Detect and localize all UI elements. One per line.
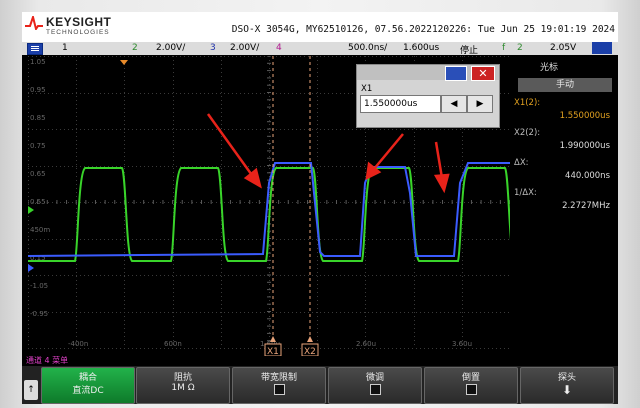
cursor-mode-button[interactable]: 手动 <box>518 78 612 92</box>
delta-x-value: 440.000ns <box>565 171 610 181</box>
cursor-x2-label[interactable]: X2 <box>304 347 316 356</box>
channel-2-scale: 2.00V/ <box>156 43 186 53</box>
probe-title: 探头 <box>557 373 576 383</box>
x1-value: 1.550000us <box>559 111 610 121</box>
increment-arrow-icon[interactable]: ▶ <box>467 95 493 113</box>
inv-delta-x-value: 2.2727MHz <box>562 201 610 211</box>
inv-delta-x-label: 1/ΔX: <box>514 188 537 198</box>
left-scale-label: 0.95 <box>30 86 46 94</box>
fine-softkey[interactable]: 微调 <box>328 367 422 404</box>
x2-value: 1.990000us <box>559 141 610 151</box>
left-scale-label: 0.55 <box>30 198 46 206</box>
time-scale-label: 2.60u <box>356 340 376 348</box>
cursor-panel: 光标 手动 X1(2): 1.550000us X2(2): 1.990000u… <box>512 56 618 356</box>
main-menu-icon[interactable] <box>27 43 43 55</box>
decrement-arrow-icon[interactable]: ◀ <box>441 95 467 113</box>
invert-title: 倒置 <box>461 373 480 383</box>
model-info: DSO-X 3054G, MY62510126, 07.56.202212022… <box>231 24 615 35</box>
channel-status-bar: 1 2 2.00V/ 3 2.00V/ 4 500.0ns/ 1.600us 停… <box>22 42 618 56</box>
left-scale-label: -0.95 <box>30 310 48 318</box>
dialog-close-icon[interactable]: ✕ <box>471 66 495 81</box>
left-scale-label: 1.05 <box>30 58 46 66</box>
channel-3-scale: 2.00V/ <box>230 43 260 53</box>
channel-4-number[interactable]: 4 <box>276 43 282 53</box>
down-arrow-icon: ⬇ <box>561 383 573 397</box>
left-scale-label: 450m <box>30 226 50 234</box>
cursor-x1-dialog: ✕ X1 1.550000us ◀ ▶ <box>356 64 500 128</box>
left-scale-label: 0.75 <box>30 142 46 150</box>
time-delay: 1.600us <box>403 43 440 53</box>
trigger-icon: f <box>502 43 506 53</box>
fine-title: 微调 <box>365 373 384 383</box>
time-scale-label: 3.60u <box>452 340 472 348</box>
time-scale-label: -400n <box>68 340 88 348</box>
run-state: 停止 <box>460 46 479 56</box>
dialog-field-label: X1 <box>361 84 373 94</box>
impedance-softkey[interactable]: 阻抗 1M Ω <box>136 367 230 404</box>
brand-subtitle: TECHNOLOGIES <box>46 29 110 36</box>
fine-checkbox[interactable] <box>370 384 381 395</box>
keysight-logo-icon <box>25 16 43 30</box>
channel-1-label[interactable]: 1 <box>62 43 68 53</box>
softkey-bar: ↑ 耦合 直流DC 阻抗 1M Ω 带宽限制 微调 倒置 探头 ⬇ <box>22 366 618 404</box>
invert-checkbox[interactable] <box>466 384 477 395</box>
oscilloscope-screen: KEYSIGHT TECHNOLOGIES DSO-X 3054G, MY625… <box>22 12 618 404</box>
softkey-menu-title-bar: 通道 4 菜单 <box>22 356 618 366</box>
bw-limit-softkey[interactable]: 带宽限制 <box>232 367 326 404</box>
back-arrow-icon[interactable]: ↑ <box>24 380 38 400</box>
dialog-menu-icon[interactable] <box>445 66 467 81</box>
softkey-menu-title: 通道 4 菜单 <box>26 356 69 365</box>
x2-label: X2(2): <box>514 128 541 138</box>
brand-name: KEYSIGHT <box>46 15 112 29</box>
impedance-title: 阻抗 <box>173 373 192 383</box>
left-scale-label: 0.85 <box>30 114 46 122</box>
time-scale-label: 600n <box>164 340 182 348</box>
probe-softkey[interactable]: 探头 ⬇ <box>520 367 614 404</box>
coupling-softkey[interactable]: 耦合 直流DC <box>41 367 135 404</box>
cursor-panel-title: 光标 <box>540 63 559 73</box>
photo-frame: KEYSIGHT TECHNOLOGIES DSO-X 3054G, MY625… <box>0 0 640 408</box>
left-scale-label: 0.65 <box>30 170 46 178</box>
header-bar: KEYSIGHT TECHNOLOGIES DSO-X 3054G, MY625… <box>22 12 618 42</box>
x1-position-input[interactable]: 1.550000us <box>360 95 441 113</box>
cursor-x1-label[interactable]: X1 <box>267 347 279 356</box>
trigger-level: 2.05V <box>550 43 577 53</box>
timebase-scale: 500.0ns/ <box>348 43 388 53</box>
x1-label: X1(2): <box>514 98 541 108</box>
coupling-title: 耦合 <box>78 373 97 383</box>
coupling-value: 直流DC <box>72 386 104 396</box>
trigger-channel: 2 <box>517 43 523 53</box>
channel-3-number[interactable]: 3 <box>210 43 216 53</box>
bw-limit-title: 带宽限制 <box>260 373 297 383</box>
channel-2-number[interactable]: 2 <box>132 43 138 53</box>
invert-softkey[interactable]: 倒置 <box>424 367 518 404</box>
delta-x-label: ΔX: <box>514 158 529 168</box>
left-scale-label: -1.05 <box>30 282 48 290</box>
bw-limit-checkbox[interactable] <box>274 384 285 395</box>
cursor-menu-icon[interactable] <box>592 42 612 54</box>
impedance-value: 1M Ω <box>171 383 195 393</box>
